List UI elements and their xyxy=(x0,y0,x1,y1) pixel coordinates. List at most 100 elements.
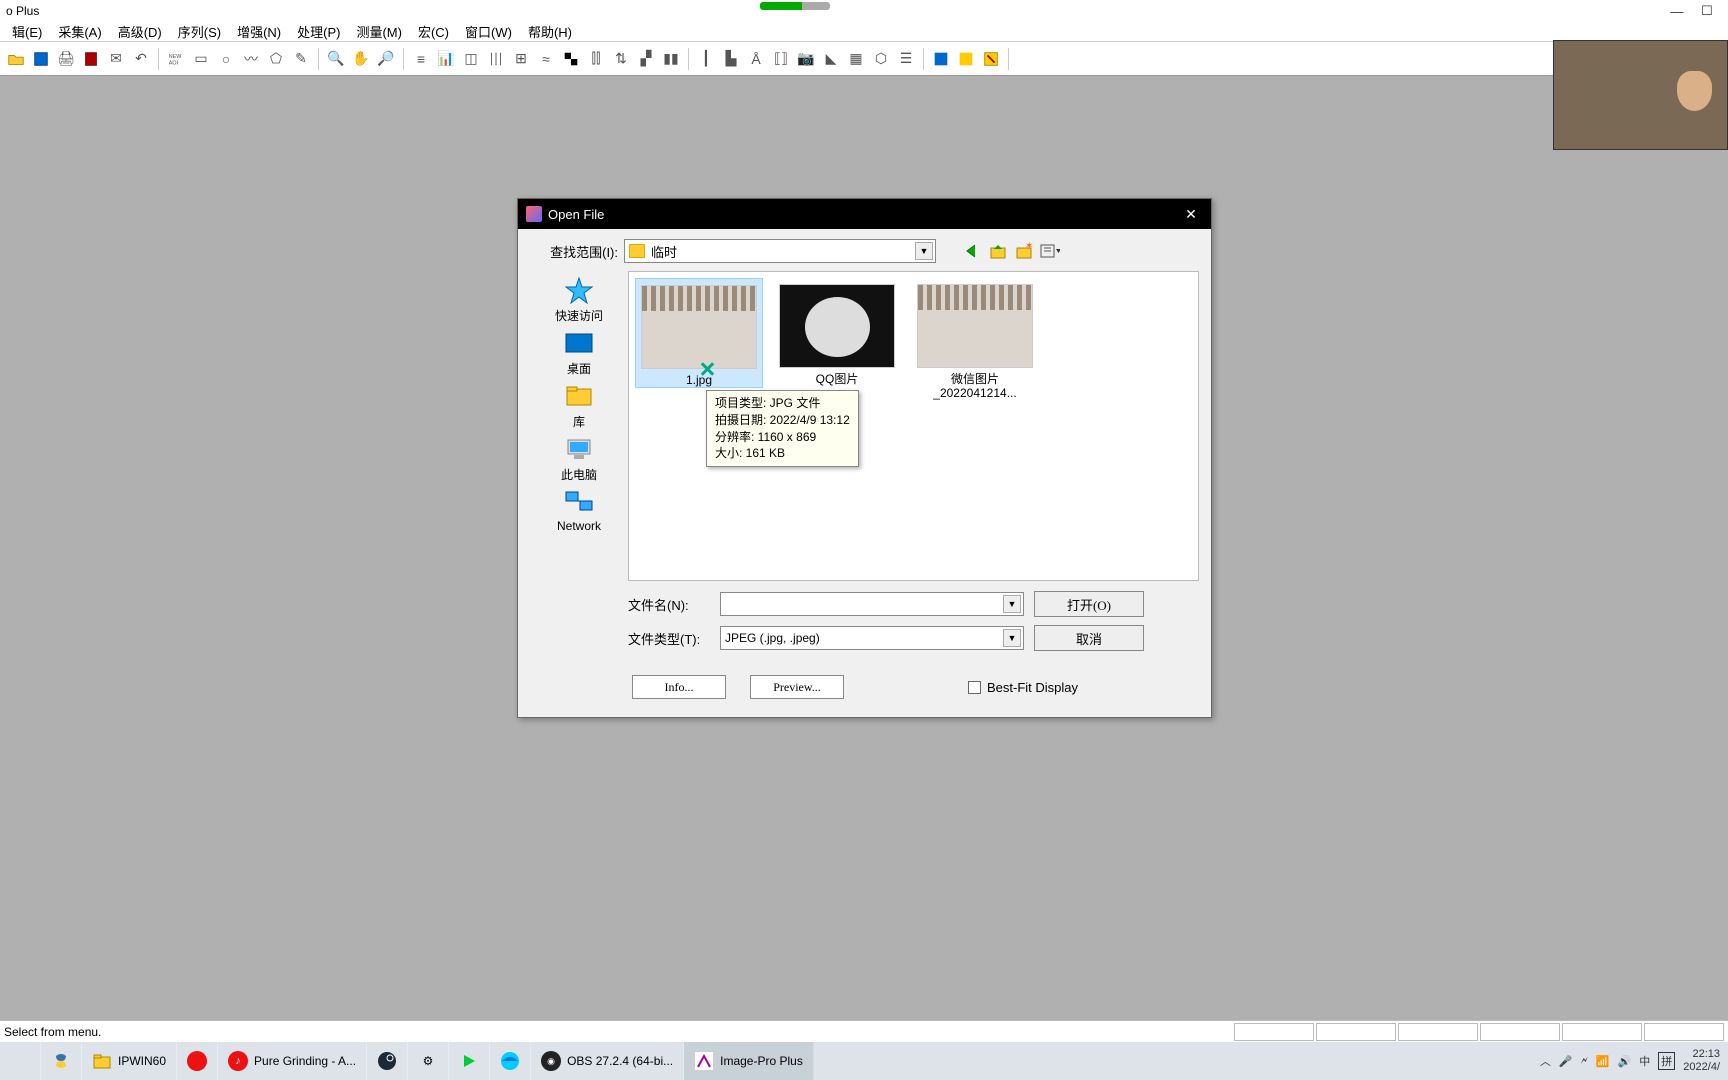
tool-cube-icon[interactable]: ⬡ xyxy=(869,47,893,71)
place-quickaccess[interactable]: 快速访问 xyxy=(539,275,619,324)
look-in-select[interactable]: 临时 ▼ xyxy=(624,239,936,263)
menu-edit[interactable]: 辑(E) xyxy=(4,22,50,41)
tray-chevron-icon[interactable]: ︿ xyxy=(1540,1053,1551,1069)
taskbar-item[interactable]: ♪ Pure Grinding - A... xyxy=(218,1042,367,1080)
tool-notebook-icon[interactable] xyxy=(79,47,103,71)
file-item[interactable]: 微信图片 _2022041214... xyxy=(911,278,1039,401)
tool-chart-icon[interactable]: ▞ xyxy=(634,47,658,71)
tray-volume-icon[interactable]: 🔊 xyxy=(1618,1055,1632,1068)
menu-measure[interactable]: 测量(M) xyxy=(348,22,410,41)
tool-pan-icon[interactable]: ✋ xyxy=(349,47,373,71)
tray-battery-icon[interactable]: 🗲 xyxy=(1581,1055,1588,1068)
tool-barchart-icon[interactable]: ▮▮ xyxy=(659,47,683,71)
open-button[interactable]: 打开(O) xyxy=(1034,591,1144,617)
taskbar-item[interactable]: ◉ OBS 27.2.4 (64-bi... xyxy=(531,1042,684,1080)
tool-measure2-icon[interactable]: ▙ xyxy=(719,47,743,71)
tool-adjust-icon[interactable]: ⇅ xyxy=(609,47,633,71)
cancel-button[interactable]: 取消 xyxy=(1034,625,1144,651)
tool-undo-icon[interactable]: ↶ xyxy=(129,47,153,71)
chevron-down-icon[interactable]: ▼ xyxy=(1003,595,1021,613)
taskbar-start[interactable] xyxy=(0,1042,41,1080)
place-thispc[interactable]: 此电脑 xyxy=(539,434,619,483)
tray-mic-icon[interactable]: 🎤 xyxy=(1559,1055,1573,1068)
filetype-label: 文件类型(T): xyxy=(628,629,710,648)
places-bar: 快速访问 桌面 库 此电脑 Network xyxy=(530,271,628,581)
menu-advanced[interactable]: 高级(D) xyxy=(110,22,170,41)
tool-profile-icon[interactable]: ◣ xyxy=(819,47,843,71)
tool-histogram-icon[interactable]: 📊 xyxy=(434,47,458,71)
tool-save-icon[interactable] xyxy=(29,47,53,71)
taskbar-item[interactable]: Image-Pro Plus xyxy=(684,1042,814,1080)
tool-print-icon[interactable]: 🖨 xyxy=(54,47,78,71)
taskbar-item[interactable]: ⚙ xyxy=(408,1042,449,1080)
filetype-select[interactable]: JPEG (.jpg, .jpeg) ▼ xyxy=(720,626,1024,650)
place-desktop[interactable]: 桌面 xyxy=(539,328,619,377)
menu-enhance[interactable]: 增强(N) xyxy=(229,22,289,41)
tool-sliders-icon[interactable] xyxy=(484,47,508,71)
obs-icon: ◉ xyxy=(541,1051,561,1071)
tool-bars-icon[interactable]: ⫿⫿ xyxy=(584,47,608,71)
place-libraries[interactable]: 库 xyxy=(539,381,619,430)
taskbar-item[interactable]: IPWIN60 xyxy=(82,1042,177,1080)
maximize-button[interactable]: ☐ xyxy=(1692,3,1722,19)
chevron-down-icon[interactable]: ▼ xyxy=(1003,629,1021,647)
taskbar-item[interactable] xyxy=(41,1042,82,1080)
dialog-titlebar[interactable]: Open File ✕ xyxy=(518,199,1211,229)
tool-mail-icon[interactable]: ✉ xyxy=(104,47,128,71)
tool-grid-icon[interactable]: ⊞ xyxy=(509,47,533,71)
menu-window[interactable]: 窗口(W) xyxy=(457,22,520,41)
checkbox-icon[interactable] xyxy=(968,681,981,694)
taskbar-item[interactable] xyxy=(177,1042,218,1080)
preview-button[interactable]: Preview... xyxy=(750,675,844,699)
tool-circle-icon[interactable]: ○ xyxy=(214,47,238,71)
tool-measure1-icon[interactable]: ┃ xyxy=(694,47,718,71)
tray-clock[interactable]: 22:13 2022/4/ xyxy=(1683,1048,1720,1074)
info-button[interactable]: Info... xyxy=(632,675,726,699)
tool-macro3-icon[interactable] xyxy=(979,47,1003,71)
place-network[interactable]: Network xyxy=(539,487,619,533)
taskbar-item[interactable] xyxy=(367,1042,408,1080)
file-item[interactable]: QQ图片 … xyxy=(773,278,901,401)
filename-input[interactable]: ▼ xyxy=(720,592,1024,616)
view-menu-icon[interactable] xyxy=(1040,241,1060,261)
tool-list-icon[interactable]: ☰ xyxy=(894,47,918,71)
tool-camera-icon[interactable]: 📷 xyxy=(794,47,818,71)
tool-macro1-icon[interactable] xyxy=(929,47,953,71)
tool-checker-icon[interactable] xyxy=(559,47,583,71)
tool-mesh-icon[interactable]: ▦ xyxy=(844,47,868,71)
bestfit-checkbox[interactable]: Best-Fit Display xyxy=(968,680,1078,695)
tool-rect-icon[interactable]: ▭ xyxy=(189,47,213,71)
edge-icon xyxy=(500,1051,520,1071)
tool-measure4-icon[interactable]: ⟦⟧ xyxy=(769,47,793,71)
file-item[interactable]: 1.jpg xyxy=(635,278,763,388)
close-icon[interactable]: ✕ xyxy=(1179,206,1203,223)
up-folder-icon[interactable] xyxy=(988,241,1008,261)
menu-acquire[interactable]: 采集(A) xyxy=(50,22,109,41)
tool-3d-icon[interactable]: ◫ xyxy=(459,47,483,71)
menu-process[interactable]: 处理(P) xyxy=(289,22,348,41)
menu-macro[interactable]: 宏(C) xyxy=(410,22,457,41)
new-folder-icon[interactable]: ✶ xyxy=(1014,241,1034,261)
tool-wand-icon[interactable]: ✎ xyxy=(289,47,313,71)
menu-help[interactable]: 帮助(H) xyxy=(520,22,580,41)
tray-ime[interactable]: 中 xyxy=(1639,1053,1650,1069)
taskbar-item[interactable] xyxy=(449,1042,490,1080)
minimize-button[interactable]: — xyxy=(1662,4,1692,19)
chevron-down-icon[interactable]: ▼ xyxy=(915,242,933,260)
tool-aoi-new-icon[interactable]: NEWAOI xyxy=(164,47,188,71)
tool-measure3-icon[interactable]: Å xyxy=(744,47,768,71)
file-list[interactable]: 1.jpg QQ图片 … 微信图片 _2022041214... 项目类型: J… xyxy=(628,271,1199,581)
tool-lines-icon[interactable]: ≡ xyxy=(409,47,433,71)
menu-sequence[interactable]: 序列(S) xyxy=(170,22,229,41)
taskbar-item[interactable] xyxy=(490,1042,531,1080)
tool-open-icon[interactable] xyxy=(4,47,28,71)
tray-ime2[interactable]: 拼 xyxy=(1658,1052,1675,1070)
back-icon[interactable] xyxy=(962,241,982,261)
tray-wifi-icon[interactable]: 📶 xyxy=(1596,1055,1610,1068)
tool-macro2-icon[interactable] xyxy=(954,47,978,71)
tool-freehand-icon[interactable]: 〰 xyxy=(239,47,263,71)
tool-wave-icon[interactable]: ≈ xyxy=(534,47,558,71)
tool-zoomregion-icon[interactable]: 🔎 xyxy=(374,47,398,71)
tool-polygon-icon[interactable]: ⬠ xyxy=(264,47,288,71)
tool-zoom-icon[interactable]: 🔍 xyxy=(324,47,348,71)
